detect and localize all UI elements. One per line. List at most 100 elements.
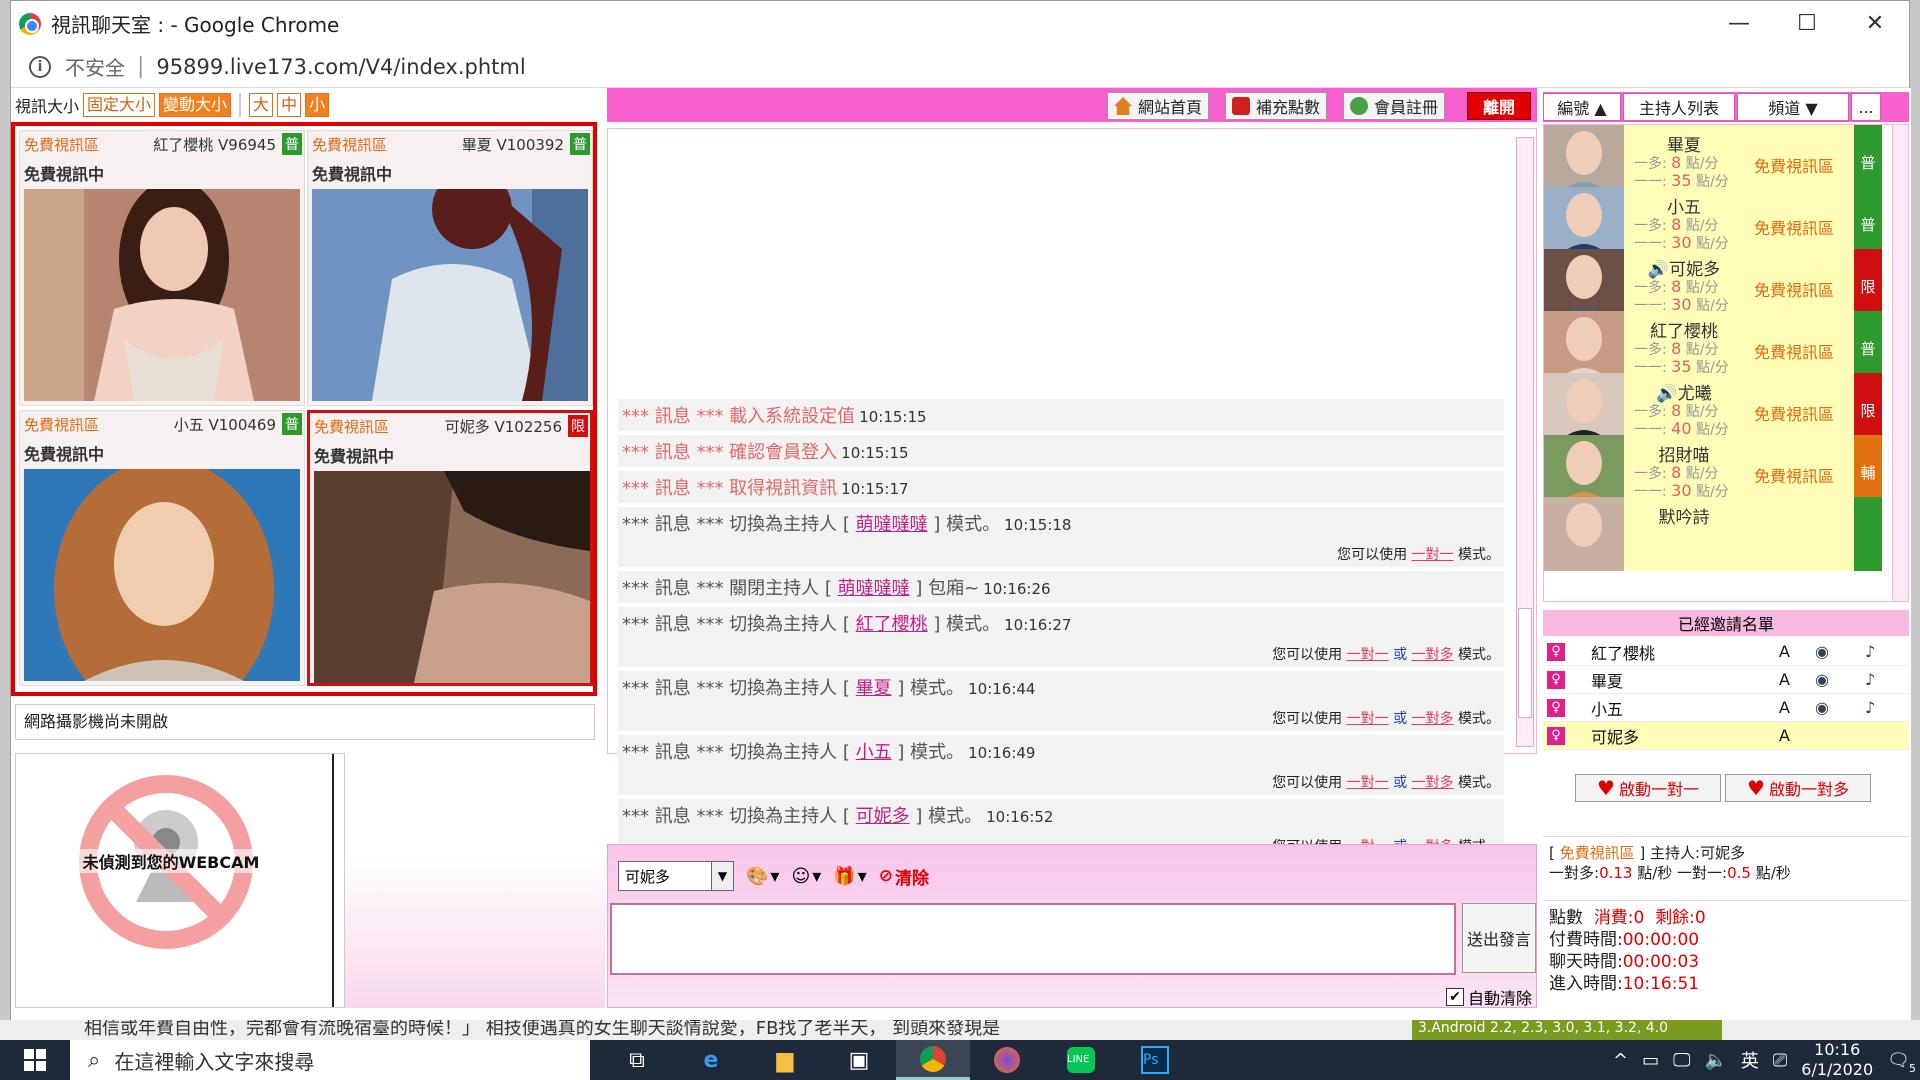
size-small-button[interactable]: 小	[305, 93, 330, 117]
gift-button[interactable]: 🎁 ▾	[833, 866, 866, 887]
microphone-icon[interactable]: ♪	[1865, 698, 1875, 717]
video-host-name: 紅了櫻桃 V96945	[153, 135, 276, 154]
address-bar[interactable]: i 不安全 | 95899.live173.com/V4/index.phtml	[11, 46, 1909, 88]
video-host-name: 畢夏 V100392	[461, 135, 564, 154]
video-cell[interactable]: 免費視訊區 紅了櫻桃 V96945 普 免費視訊中	[19, 130, 305, 406]
color-palette-button[interactable]: 🎨 ▾	[746, 866, 779, 887]
photoshop-icon[interactable]: Ps	[1118, 1040, 1192, 1080]
chrome-taskbar-icon[interactable]	[896, 1040, 970, 1080]
add-points-button[interactable]: 補充點數	[1225, 92, 1328, 120]
size-large-button[interactable]: 大	[249, 93, 274, 117]
one-to-many-link[interactable]: 一對多	[1412, 647, 1454, 663]
video-stream-image[interactable]	[314, 471, 590, 683]
home-button[interactable]: 網站首頁	[1107, 92, 1210, 120]
host-name: 默吟詩	[1658, 508, 1710, 528]
rate-many: 一多: 8 點/分	[1634, 215, 1719, 234]
one-on-one-link[interactable]: 一對一	[1347, 711, 1389, 727]
message-input[interactable]	[610, 903, 1456, 975]
host-link[interactable]: 小五	[856, 742, 892, 763]
host-zone: 免費視訊區	[1754, 405, 1835, 424]
battery-icon[interactable]: ▭	[1642, 1050, 1659, 1071]
host-zone: 免費視訊區	[1754, 281, 1835, 300]
channel-dropdown[interactable]: 頻道 ▼	[1737, 93, 1849, 121]
edge-icon[interactable]: e	[674, 1040, 748, 1080]
one-on-one-link[interactable]: 一對一	[1412, 547, 1454, 563]
network-icon[interactable]: 🖵	[1673, 1050, 1690, 1071]
chevron-down-icon[interactable]: ▼	[711, 862, 733, 890]
maximize-button[interactable]: ☐	[1773, 1, 1841, 46]
info-icon[interactable]: i	[29, 55, 51, 78]
video-cell[interactable]: 免費視訊區 畢夏 V100392 普 免費視訊中	[307, 130, 593, 406]
video-cell[interactable]: 免費視訊區 小五 V100469 普 免費視訊中	[19, 410, 305, 686]
input-method-icon[interactable]: ⎚	[1773, 1050, 1787, 1071]
start-one-to-many-button[interactable]: ♥ 啟動一對多	[1725, 774, 1871, 802]
host-list-scrollbar[interactable]	[1892, 125, 1908, 601]
one-on-one-link[interactable]: 一對一	[1347, 647, 1389, 663]
microphone-icon[interactable]: ♪	[1865, 642, 1875, 661]
ime-indicator[interactable]: 英	[1741, 1047, 1759, 1073]
webcam-preview: 未偵測到您的WEBCAM	[15, 753, 345, 1008]
one-to-many-link[interactable]: 一對多	[1412, 711, 1454, 727]
host-avatar[interactable]	[1544, 497, 1624, 571]
one-to-many-link[interactable]: 一對多	[1412, 775, 1454, 791]
host-row[interactable]: 默吟詩	[1544, 497, 1892, 571]
host-list-tab[interactable]: 主持人列表	[1623, 93, 1735, 121]
invited-row[interactable]: ♀ 畢夏 A ◉ ♪	[1543, 666, 1909, 694]
url-text[interactable]: 95899.live173.com/V4/index.phtml	[156, 55, 525, 79]
webcam-icon[interactable]: ◉	[1815, 670, 1829, 689]
close-button[interactable]: ✕	[1841, 1, 1909, 46]
minimize-button[interactable]: —	[1705, 1, 1773, 46]
chat-scrollbar[interactable]	[1516, 137, 1534, 747]
chrome-window: 視訊聊天室 : - Google Chrome — ☐ ✕ i 不安全 | 95…	[10, 0, 1911, 1021]
task-view-icon[interactable]: ⧉	[600, 1040, 674, 1080]
video-badge: 普	[282, 413, 302, 435]
clear-icon: ⊘	[878, 866, 893, 886]
register-button[interactable]: 會員註冊	[1343, 92, 1446, 120]
host-link[interactable]: 可妮多	[856, 806, 910, 827]
invited-row[interactable]: ♀ 紅了櫻桃 A ◉ ♪	[1543, 638, 1909, 666]
size-medium-button[interactable]: 中	[277, 93, 302, 117]
line-icon[interactable]: LINE	[1044, 1040, 1118, 1080]
clock[interactable]: 10:16 6/1/2020	[1801, 1040, 1873, 1080]
start-button[interactable]	[0, 1040, 70, 1080]
message-item: *** 訊息 *** 切換為主持人 [ 小五 ] 模式。 10:16:49 您可以…	[618, 735, 1504, 795]
video-stream-image[interactable]	[24, 189, 300, 401]
webcam-icon[interactable]: ◉	[1815, 642, 1829, 661]
invited-row-selected[interactable]: ♀ 可妮多 A	[1543, 722, 1909, 750]
invited-row[interactable]: ♀ 小五 A ◉ ♪	[1543, 694, 1909, 722]
microphone-icon[interactable]: ♪	[1865, 670, 1875, 689]
clear-button[interactable]: ⊘ 清除	[879, 864, 929, 889]
taskbar-search[interactable]: ⌕ 在這裡輸入文字來搜尋	[70, 1040, 590, 1080]
auto-clear-checkbox[interactable]: ✔	[1445, 988, 1464, 1006]
send-button[interactable]: 送出發言	[1462, 903, 1536, 973]
video-badge: 普	[282, 133, 302, 155]
store-icon[interactable]: ▣	[822, 1040, 896, 1080]
chat-input-area: 可妮多 ▼ 🎨 ▾ ☺ ▾ 🎁 ▾ ⊘ 清除 送出發言 ✔ 自動清除	[607, 844, 1537, 1008]
firefox-icon[interactable]	[970, 1040, 1044, 1080]
members-icon	[1350, 97, 1368, 115]
video-cell-selected[interactable]: 免費視訊區 可妮多 V102256 限 免費視訊中	[307, 410, 593, 686]
fixed-size-button[interactable]: 固定大小	[83, 93, 156, 117]
auto-clear-toggle[interactable]: ✔ 自動清除	[1445, 985, 1532, 1009]
host-link[interactable]: 畢夏	[856, 678, 892, 699]
start-one-on-one-button[interactable]: ♥ 啟動一對一	[1575, 774, 1721, 802]
video-stream-image[interactable]	[312, 189, 588, 401]
host-link[interactable]: 紅了櫻桃	[856, 614, 928, 635]
webcam-icon[interactable]: ◉	[1815, 698, 1829, 717]
volume-icon[interactable]: 🔈	[1704, 1050, 1726, 1071]
more-button[interactable]: ...	[1851, 93, 1881, 121]
leave-button[interactable]: 離開	[1467, 92, 1531, 120]
host-link[interactable]: 萌噠噠噠	[856, 514, 928, 535]
dynamic-size-button[interactable]: 變動大小	[159, 93, 232, 117]
file-explorer-icon[interactable]: ▆	[748, 1040, 822, 1080]
sort-by-id-button[interactable]: 編號 ▲	[1543, 93, 1621, 121]
notification-icon[interactable]: 🗨 5	[1887, 1050, 1916, 1075]
host-link[interactable]: 萌噠噠噠	[838, 578, 910, 599]
emoji-button[interactable]: ☺ ▾	[791, 866, 821, 887]
host-zone: 免費視訊區	[1754, 343, 1835, 362]
recipient-select[interactable]: 可妮多 ▼	[618, 861, 734, 891]
video-stream-image[interactable]	[24, 469, 300, 681]
one-on-one-link[interactable]: 一對一	[1347, 775, 1389, 791]
rate-many: 一多: 8 點/分	[1634, 153, 1719, 172]
chevron-up-icon[interactable]: ^	[1613, 1050, 1628, 1071]
